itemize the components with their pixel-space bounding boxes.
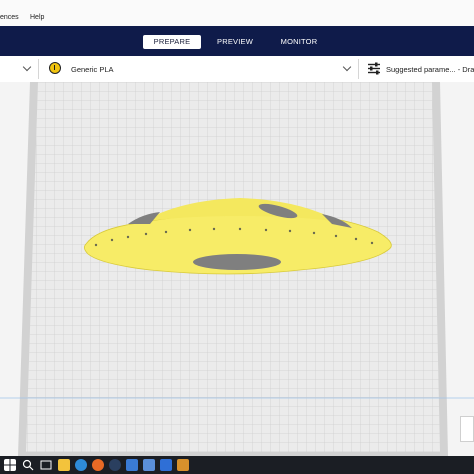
material-label: Generic PLA <box>71 65 114 74</box>
cura-icon[interactable] <box>143 459 155 471</box>
menu-item-help[interactable]: Help <box>30 13 44 22</box>
tab-preview[interactable]: PREVIEW <box>206 35 264 49</box>
explorer-icon[interactable] <box>58 459 70 471</box>
task-view-icon[interactable] <box>40 459 52 471</box>
edge-icon[interactable] <box>75 459 87 471</box>
menu-item-preferences[interactable]: ences <box>0 13 19 22</box>
os-taskbar <box>0 456 474 474</box>
stage-header: PREPARE PREVIEW MONITOR <box>0 26 474 56</box>
view-control-button[interactable] <box>460 416 474 442</box>
3d-viewport[interactable] <box>0 82 474 456</box>
material-chevron-down-icon[interactable] <box>342 62 352 72</box>
tab-prepare[interactable]: PREPARE <box>143 35 201 49</box>
steam-icon[interactable] <box>109 459 121 471</box>
search-icon[interactable] <box>22 459 34 471</box>
printer-chevron-down-icon[interactable] <box>22 62 32 72</box>
material-badge-icon <box>49 62 61 74</box>
tab-monitor[interactable]: MONITOR <box>270 35 328 49</box>
store-icon[interactable] <box>126 459 138 471</box>
build-plate-scene <box>0 82 474 456</box>
menu-bar: ences Help <box>0 0 474 26</box>
firefox-icon[interactable] <box>92 459 104 471</box>
print-setup-toolbar: Generic PLA Suggested parame... - Dra <box>0 56 474 83</box>
print-settings-label: Suggested parame... - Dra <box>386 65 474 74</box>
mail-icon[interactable] <box>160 459 172 471</box>
toolbar-divider <box>358 59 359 79</box>
sliders-icon <box>368 62 380 75</box>
app-icon[interactable] <box>177 459 189 471</box>
windows-start-icon[interactable] <box>4 459 16 471</box>
toolbar-divider <box>38 59 39 79</box>
